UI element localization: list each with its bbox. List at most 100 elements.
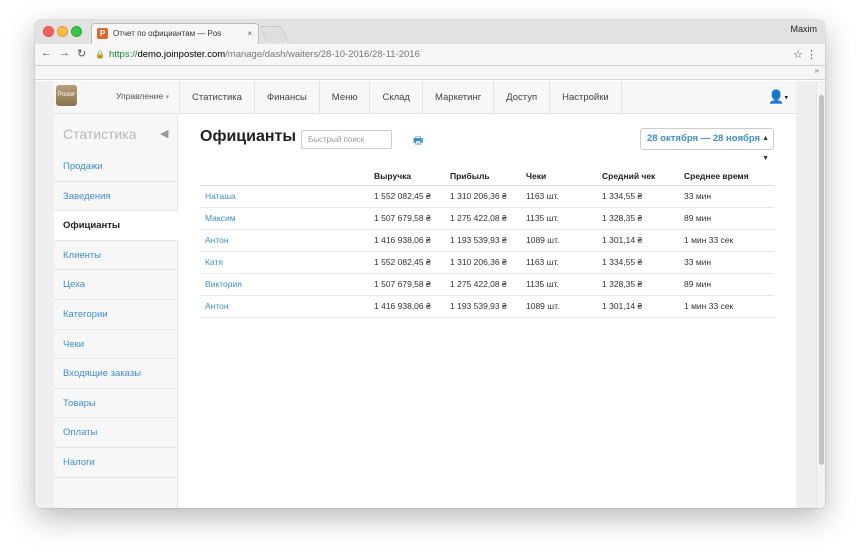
table-body: Наташа 1 552 082,45 ₴ 1 310 206,36 ₴ 1163 ш… bbox=[200, 185, 774, 318]
browser-tab[interactable]: P Отчет по официантам — Pos × bbox=[91, 23, 259, 44]
date-range-picker[interactable]: 28 октября — 28 ноября ▲ ▼ bbox=[640, 128, 774, 162]
sidebar-item[interactable]: Оплаты bbox=[54, 418, 178, 448]
table-cell: 1 193 539,93 ₴ bbox=[450, 295, 526, 318]
new-tab-button[interactable] bbox=[259, 26, 289, 42]
date-range-label: 28 октября — 28 ноября bbox=[647, 133, 761, 144]
collapse-sidebar-icon[interactable]: ◀ bbox=[160, 127, 168, 140]
column-header[interactable]: Чеки bbox=[526, 167, 602, 186]
menu-item-settings[interactable]: Настройки bbox=[550, 81, 622, 114]
table-cell: 1 334,55 ₴ bbox=[602, 251, 684, 274]
waiter-name-link[interactable]: Максим bbox=[200, 207, 374, 230]
menu-item-statistics[interactable]: Статистика bbox=[180, 81, 255, 114]
waiter-name-link[interactable]: Катя bbox=[200, 251, 374, 274]
table-cell: 1163 шт. bbox=[526, 185, 602, 208]
table-cell: 1 275 422,08 ₴ bbox=[450, 273, 526, 296]
table-row: Катя 1 552 082,45 ₴ 1 310 206,36 ₴ 1163 шт.… bbox=[200, 251, 774, 274]
sidebar-item[interactable]: Цеха bbox=[54, 270, 178, 300]
table-cell: 1 507 679,58 ₴ bbox=[374, 207, 450, 230]
browser-window: P Отчет по официантам — Pos × Maxim ← → … bbox=[35, 20, 825, 508]
table-cell: 1 552 082,45 ₴ bbox=[374, 185, 450, 208]
column-header[interactable]: Прибыль bbox=[450, 167, 526, 186]
tab-title: Отчет по официантам — Pos bbox=[113, 29, 222, 38]
waiter-name-link[interactable]: Антон bbox=[200, 295, 374, 318]
vertical-scrollbar[interactable] bbox=[816, 81, 825, 508]
sidebar-item[interactable]: Заведения bbox=[54, 182, 178, 212]
table-cell: 1 334,55 ₴ bbox=[602, 185, 684, 208]
main-menu: Статистика Финансы Меню Склад Маркетинг … bbox=[179, 81, 622, 114]
column-header bbox=[200, 167, 374, 186]
waiter-name-link[interactable]: Виктория bbox=[200, 273, 374, 296]
table-cell: 1 310 206,36 ₴ bbox=[450, 185, 526, 208]
table-cell: 1 310 206,36 ₴ bbox=[450, 251, 526, 274]
reload-icon[interactable]: ↻ bbox=[77, 47, 86, 60]
menu-item-storage[interactable]: Склад bbox=[370, 81, 423, 114]
url-field[interactable]: 🔒 https://demo.joinposter.com/manage/dash… bbox=[95, 49, 420, 60]
sidebar: Статистика ◀ Продажи Заведения Официанты Кл… bbox=[54, 114, 178, 508]
table-cell: 1089 шт. bbox=[526, 229, 602, 252]
tab-close-icon[interactable]: × bbox=[247, 24, 252, 44]
print-icon[interactable]: 🖶 bbox=[413, 132, 423, 151]
browser-menu-icon[interactable]: ⋮ bbox=[806, 48, 817, 61]
scrollbar-thumb[interactable] bbox=[819, 95, 824, 465]
table-cell: 1 552 082,45 ₴ bbox=[374, 251, 450, 274]
menu-item-marketing[interactable]: Маркетинг bbox=[423, 81, 495, 114]
close-window-button[interactable] bbox=[43, 26, 54, 37]
table-cell: 33 мин bbox=[684, 185, 774, 208]
sidebar-item[interactable]: Клиенты bbox=[54, 241, 178, 271]
management-dropdown[interactable]: Управление ▾ bbox=[116, 91, 169, 101]
sidebar-title: Статистика bbox=[63, 126, 137, 142]
lock-icon: 🔒 bbox=[95, 50, 105, 59]
sidebar-item[interactable]: Категории bbox=[54, 300, 178, 330]
sidebar-item[interactable]: Продажи bbox=[54, 152, 178, 182]
table-cell: 1163 шт. bbox=[526, 251, 602, 274]
url-scheme: https:// bbox=[108, 49, 138, 60]
bookmark-star-icon[interactable]: ☆ bbox=[793, 48, 803, 61]
table-row: Антон 1 416 938,06 ₴ 1 193 539,93 ₴ 1089 шт… bbox=[200, 229, 774, 252]
poster-logo[interactable]: Poster bbox=[56, 85, 77, 106]
main-content: Официанты 🖶 28 октября — 28 ноября ▲▼ Вы… bbox=[200, 114, 790, 508]
table-cell: 1 416 938,06 ₴ bbox=[374, 229, 450, 252]
column-header[interactable]: Средний чек bbox=[602, 167, 684, 186]
back-arrow-icon[interactable]: ← bbox=[41, 47, 52, 59]
table-cell: 1135 шт. bbox=[526, 207, 602, 230]
table-header-row: Выручка Прибыль Чеки Средний чек Среднее вре… bbox=[200, 167, 774, 186]
table-cell: 1 мин 33 сек bbox=[684, 229, 774, 252]
menu-item-access[interactable]: Доступ bbox=[494, 81, 551, 114]
column-header[interactable]: Среднее время bbox=[684, 167, 774, 186]
management-label: Управление bbox=[116, 91, 164, 101]
sidebar-item[interactable]: Чеки bbox=[54, 330, 178, 360]
minimize-window-button[interactable] bbox=[57, 26, 68, 37]
forward-arrow-icon[interactable]: → bbox=[59, 47, 70, 59]
url-path: /manage/dash/waiters/28-10-2016/28-11-20… bbox=[225, 49, 420, 60]
maximize-window-button[interactable] bbox=[71, 26, 82, 37]
menu-item-menu[interactable]: Меню bbox=[320, 81, 371, 114]
table-cell: 1 мин 33 сек bbox=[684, 295, 774, 318]
sidebar-item[interactable]: Налоги bbox=[54, 448, 178, 478]
sidebar-list: Продажи Заведения Официанты Клиенты Цеха Кате… bbox=[54, 152, 178, 478]
user-menu[interactable]: 👤▾ bbox=[768, 89, 788, 105]
waiter-name-link[interactable]: Наташа bbox=[200, 185, 374, 208]
sidebar-item[interactable]: Официанты bbox=[54, 211, 178, 241]
quick-search-input[interactable] bbox=[301, 130, 392, 149]
table-cell: 89 мин bbox=[684, 273, 774, 296]
browser-profile-name[interactable]: Maxim bbox=[791, 24, 818, 34]
sidebar-item[interactable]: Товары bbox=[54, 389, 178, 419]
table-row: Наташа 1 552 082,45 ₴ 1 310 206,36 ₴ 1163 ш… bbox=[200, 185, 774, 208]
table-cell: 1 193 539,93 ₴ bbox=[450, 229, 526, 252]
table-cell: 1089 шт. bbox=[526, 295, 602, 318]
waiter-name-link[interactable]: Антон bbox=[200, 229, 374, 252]
table-cell: 1 301,14 ₴ bbox=[602, 229, 684, 252]
table-cell: 1 328,35 ₴ bbox=[602, 273, 684, 296]
page-viewport: Poster Управление ▾ Статистика Финансы М… bbox=[35, 81, 825, 508]
sidebar-item[interactable]: Входящие заказы bbox=[54, 359, 178, 389]
address-bar: ← → ↻ 🔒 https://demo.joinposter.com/manag… bbox=[35, 44, 825, 66]
table-row: Виктория 1 507 679,58 ₴ 1 275 422,08 ₴ 1135… bbox=[200, 273, 774, 296]
app-page: Poster Управление ▾ Статистика Финансы М… bbox=[54, 81, 796, 508]
table-cell: 1 507 679,58 ₴ bbox=[374, 273, 450, 296]
menu-item-finance[interactable]: Финансы bbox=[255, 81, 320, 114]
bookmarks-overflow-icon[interactable]: » bbox=[815, 66, 819, 75]
user-icon: 👤 bbox=[768, 89, 785, 104]
table-cell: 1 301,14 ₴ bbox=[602, 295, 684, 318]
column-header[interactable]: Выручка bbox=[374, 167, 450, 186]
page-title: Официанты bbox=[200, 128, 297, 145]
